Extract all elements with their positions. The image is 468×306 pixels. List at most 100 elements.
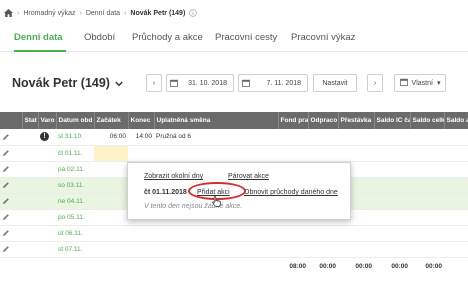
- tab-pracovni-cesty[interactable]: Pracovní cesty: [215, 28, 277, 52]
- column-header: [0, 112, 23, 129]
- breadcrumb-current: Novák Petr (149): [130, 9, 186, 17]
- show-surrounding-days-link[interactable]: Zobrazit okolní dny: [144, 173, 203, 180]
- date-cell[interactable]: st 31.10.: [56, 129, 94, 146]
- edit-cell[interactable]: [0, 193, 22, 210]
- warning-cell: [38, 193, 56, 210]
- start-cell[interactable]: 06:00: [94, 129, 128, 146]
- edit-cell[interactable]: [0, 177, 22, 194]
- value-cell: [444, 225, 468, 242]
- table-row[interactable]: út 06.11.: [0, 225, 468, 242]
- value-cell: [410, 177, 444, 194]
- value-cell: [308, 129, 338, 146]
- date-from-field[interactable]: 31. 10. 2018: [166, 74, 234, 92]
- status-cell: [22, 177, 38, 194]
- view-select[interactable]: Vlastní ▾: [394, 74, 446, 92]
- column-header-date[interactable]: Datum obd: [56, 112, 95, 129]
- pair-actions-link[interactable]: Párovat akce: [228, 173, 269, 180]
- column-header-status[interactable]: Stat: [22, 112, 39, 129]
- table-header-row: Stat Varo Datum obd Začátek Konec Uplatn…: [0, 112, 468, 129]
- column-header-break[interactable]: Přestávka: [338, 112, 375, 129]
- start-cell[interactable]: [94, 145, 128, 162]
- pencil-icon[interactable]: [2, 149, 20, 157]
- start-cell[interactable]: [94, 209, 128, 226]
- edit-cell[interactable]: [0, 209, 22, 226]
- table-row[interactable]: čt 01.11.: [0, 145, 468, 162]
- column-header-end[interactable]: Konec: [128, 112, 155, 129]
- start-cell[interactable]: [94, 225, 128, 242]
- breadcrumb-item-hromadny-vykaz[interactable]: Hromadný výkaz: [23, 10, 75, 17]
- value-cell: [444, 177, 468, 194]
- person-name: Novák Petr (149): [12, 76, 110, 90]
- start-cell[interactable]: [94, 177, 128, 194]
- edit-cell[interactable]: [0, 225, 22, 242]
- warning-cell: [38, 209, 56, 226]
- tab-pruchody-a-akce[interactable]: Průchody a akce: [132, 28, 203, 52]
- value-cell: [374, 145, 410, 162]
- tab-denni-data[interactable]: Denní data: [14, 28, 66, 52]
- value-cell: [278, 241, 308, 258]
- pencil-icon[interactable]: [2, 245, 20, 253]
- table-row[interactable]: st 07.11.: [0, 241, 468, 258]
- set-button[interactable]: Nastavit: [313, 74, 357, 92]
- value-cell: [374, 161, 410, 178]
- pencil-icon[interactable]: [2, 213, 20, 221]
- column-header-work-fund[interactable]: Fond prac: [278, 112, 309, 129]
- end-cell[interactable]: [128, 145, 154, 162]
- breadcrumb-item-denni-data[interactable]: Denní data: [86, 10, 120, 17]
- total-break: 00:00: [355, 262, 372, 270]
- prev-period-button[interactable]: ‹: [146, 74, 162, 92]
- date-cell[interactable]: pá 02.11.: [56, 161, 94, 178]
- shift-cell: [154, 241, 278, 258]
- column-header-worked[interactable]: Odpraco: [308, 112, 339, 129]
- column-header-start[interactable]: Začátek: [94, 112, 129, 129]
- warning-icon[interactable]: !: [40, 132, 49, 142]
- pencil-icon[interactable]: [2, 197, 20, 205]
- status-cell: [22, 193, 38, 210]
- value-cell: [410, 241, 444, 258]
- person-selector[interactable]: Novák Petr (149): [12, 76, 123, 90]
- column-header-saldo-current[interactable]: Saldo aktu: [444, 112, 468, 129]
- pencil-icon[interactable]: [2, 229, 20, 237]
- date-cell[interactable]: čt 01.11.: [56, 145, 94, 162]
- pencil-icon[interactable]: [2, 133, 20, 141]
- value-cell: [444, 209, 468, 226]
- status-cell: [22, 225, 38, 242]
- value-cell: [410, 225, 444, 242]
- refresh-passes-link[interactable]: Obnovit průchody daného dne: [244, 189, 338, 196]
- pencil-icon[interactable]: [2, 165, 20, 173]
- status-cell: [22, 145, 38, 162]
- tab-pracovni-vykaz[interactable]: Pracovní výkaz: [291, 28, 355, 52]
- status-cell: [22, 209, 38, 226]
- date-cell[interactable]: po 05.11.: [56, 209, 94, 226]
- table-row[interactable]: ! st 31.10. 06:00 14:00 Pružná od 6: [0, 129, 468, 146]
- start-cell[interactable]: [94, 241, 128, 258]
- next-period-button[interactable]: ›: [367, 74, 383, 92]
- edit-cell[interactable]: [0, 241, 22, 258]
- end-cell[interactable]: [128, 225, 154, 242]
- calendar-icon: [399, 78, 408, 88]
- edit-cell[interactable]: [0, 129, 22, 146]
- date-cell[interactable]: út 06.11.: [56, 225, 94, 242]
- info-icon[interactable]: [189, 9, 198, 17]
- home-icon[interactable]: [4, 9, 13, 17]
- tab-obdobi[interactable]: Období: [84, 28, 115, 52]
- date-cell[interactable]: so 03.11.: [56, 177, 94, 194]
- column-header-saldo-total[interactable]: Saldo celkem: [410, 112, 445, 129]
- end-cell[interactable]: [128, 241, 154, 258]
- value-cell: [338, 129, 374, 146]
- date-cell[interactable]: st 07.11.: [56, 241, 94, 258]
- value-cell: [410, 161, 444, 178]
- end-cell[interactable]: 14:00: [128, 129, 154, 146]
- value-cell: [338, 241, 374, 258]
- popup-date: čt 01.11.2018: [144, 189, 187, 196]
- start-cell[interactable]: [94, 193, 128, 210]
- pencil-icon[interactable]: [2, 181, 20, 189]
- column-header-warning[interactable]: Varo: [38, 112, 57, 129]
- column-header-shift[interactable]: Uplatněná směna: [154, 112, 279, 129]
- edit-cell[interactable]: [0, 161, 22, 178]
- column-header-saldo-ic[interactable]: Saldo IC čas: [374, 112, 411, 129]
- start-cell[interactable]: [94, 161, 128, 178]
- edit-cell[interactable]: [0, 145, 22, 162]
- date-to-field[interactable]: 7. 11. 2018: [238, 74, 308, 92]
- date-cell[interactable]: ne 04.11.: [56, 193, 94, 210]
